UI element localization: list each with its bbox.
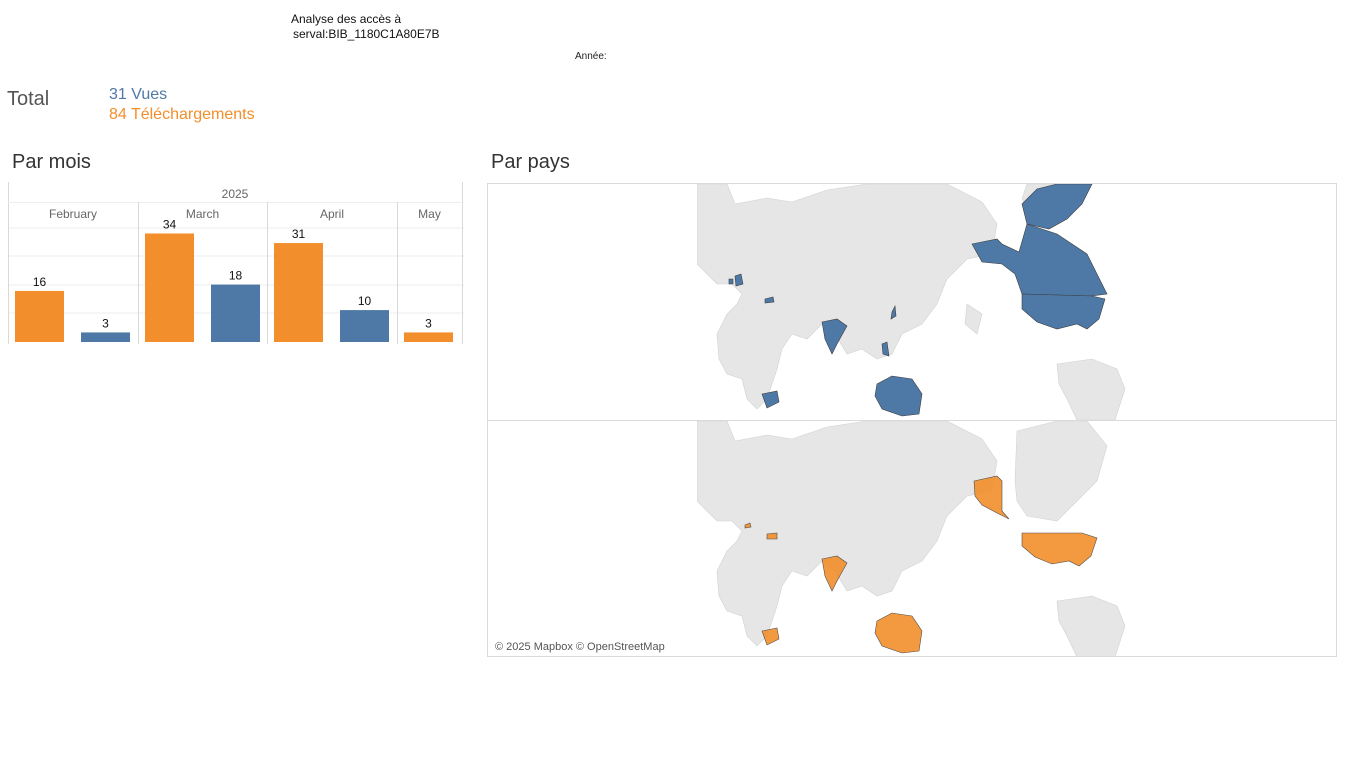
year-header: 2025 (222, 187, 249, 201)
month-label: March (186, 207, 219, 221)
hungary-shape[interactable] (766, 532, 778, 540)
month-label: May (418, 207, 441, 221)
bar-downloads[interactable] (274, 243, 323, 342)
bar-views[interactable] (81, 332, 130, 342)
map-attribution[interactable]: © 2025 Mapbox © OpenStreetMap (495, 641, 665, 653)
bar-value-label: 10 (358, 294, 372, 308)
downloads-world-map[interactable] (697, 421, 1128, 657)
section-title-by-month: Par mois (12, 151, 91, 173)
section-title-by-country: Par pays (491, 151, 570, 173)
monthly-bar-chart[interactable]: 2025 February 16 3 March 34 18 April 31 10 May 3 (8, 182, 464, 344)
page-title: Analyse des accès à serval:BIB_1180C1A80… (291, 12, 440, 42)
month-label: April (320, 207, 344, 221)
bar-downloads[interactable] (404, 332, 453, 342)
bar-value-label: 16 (33, 275, 47, 289)
bar-views[interactable] (211, 284, 260, 342)
total-views: 31 Vues (109, 86, 168, 103)
bar-downloads[interactable] (15, 290, 64, 342)
title-line-2: serval:BIB_1180C1A80E7B (293, 27, 440, 41)
total-downloads: 84 Téléchargements (109, 106, 255, 123)
total-label: Total (7, 88, 50, 110)
bar-value-label: 34 (163, 217, 177, 231)
ireland-shape[interactable] (728, 278, 734, 285)
bar-value-label: 3 (425, 316, 432, 330)
bar-value-label: 31 (292, 227, 306, 241)
views-world-map[interactable] (697, 184, 1128, 420)
bar-downloads[interactable] (145, 233, 194, 342)
bar-value-label: 18 (229, 269, 243, 283)
bar-value-label: 3 (102, 316, 109, 330)
title-line-1: Analyse des accès à (291, 12, 402, 26)
bar-views[interactable] (340, 310, 389, 342)
year-filter-label[interactable]: Année: (575, 51, 607, 62)
month-label: February (49, 207, 97, 221)
country-maps[interactable]: © 2025 Mapbox © OpenStreetMap (487, 183, 1337, 657)
